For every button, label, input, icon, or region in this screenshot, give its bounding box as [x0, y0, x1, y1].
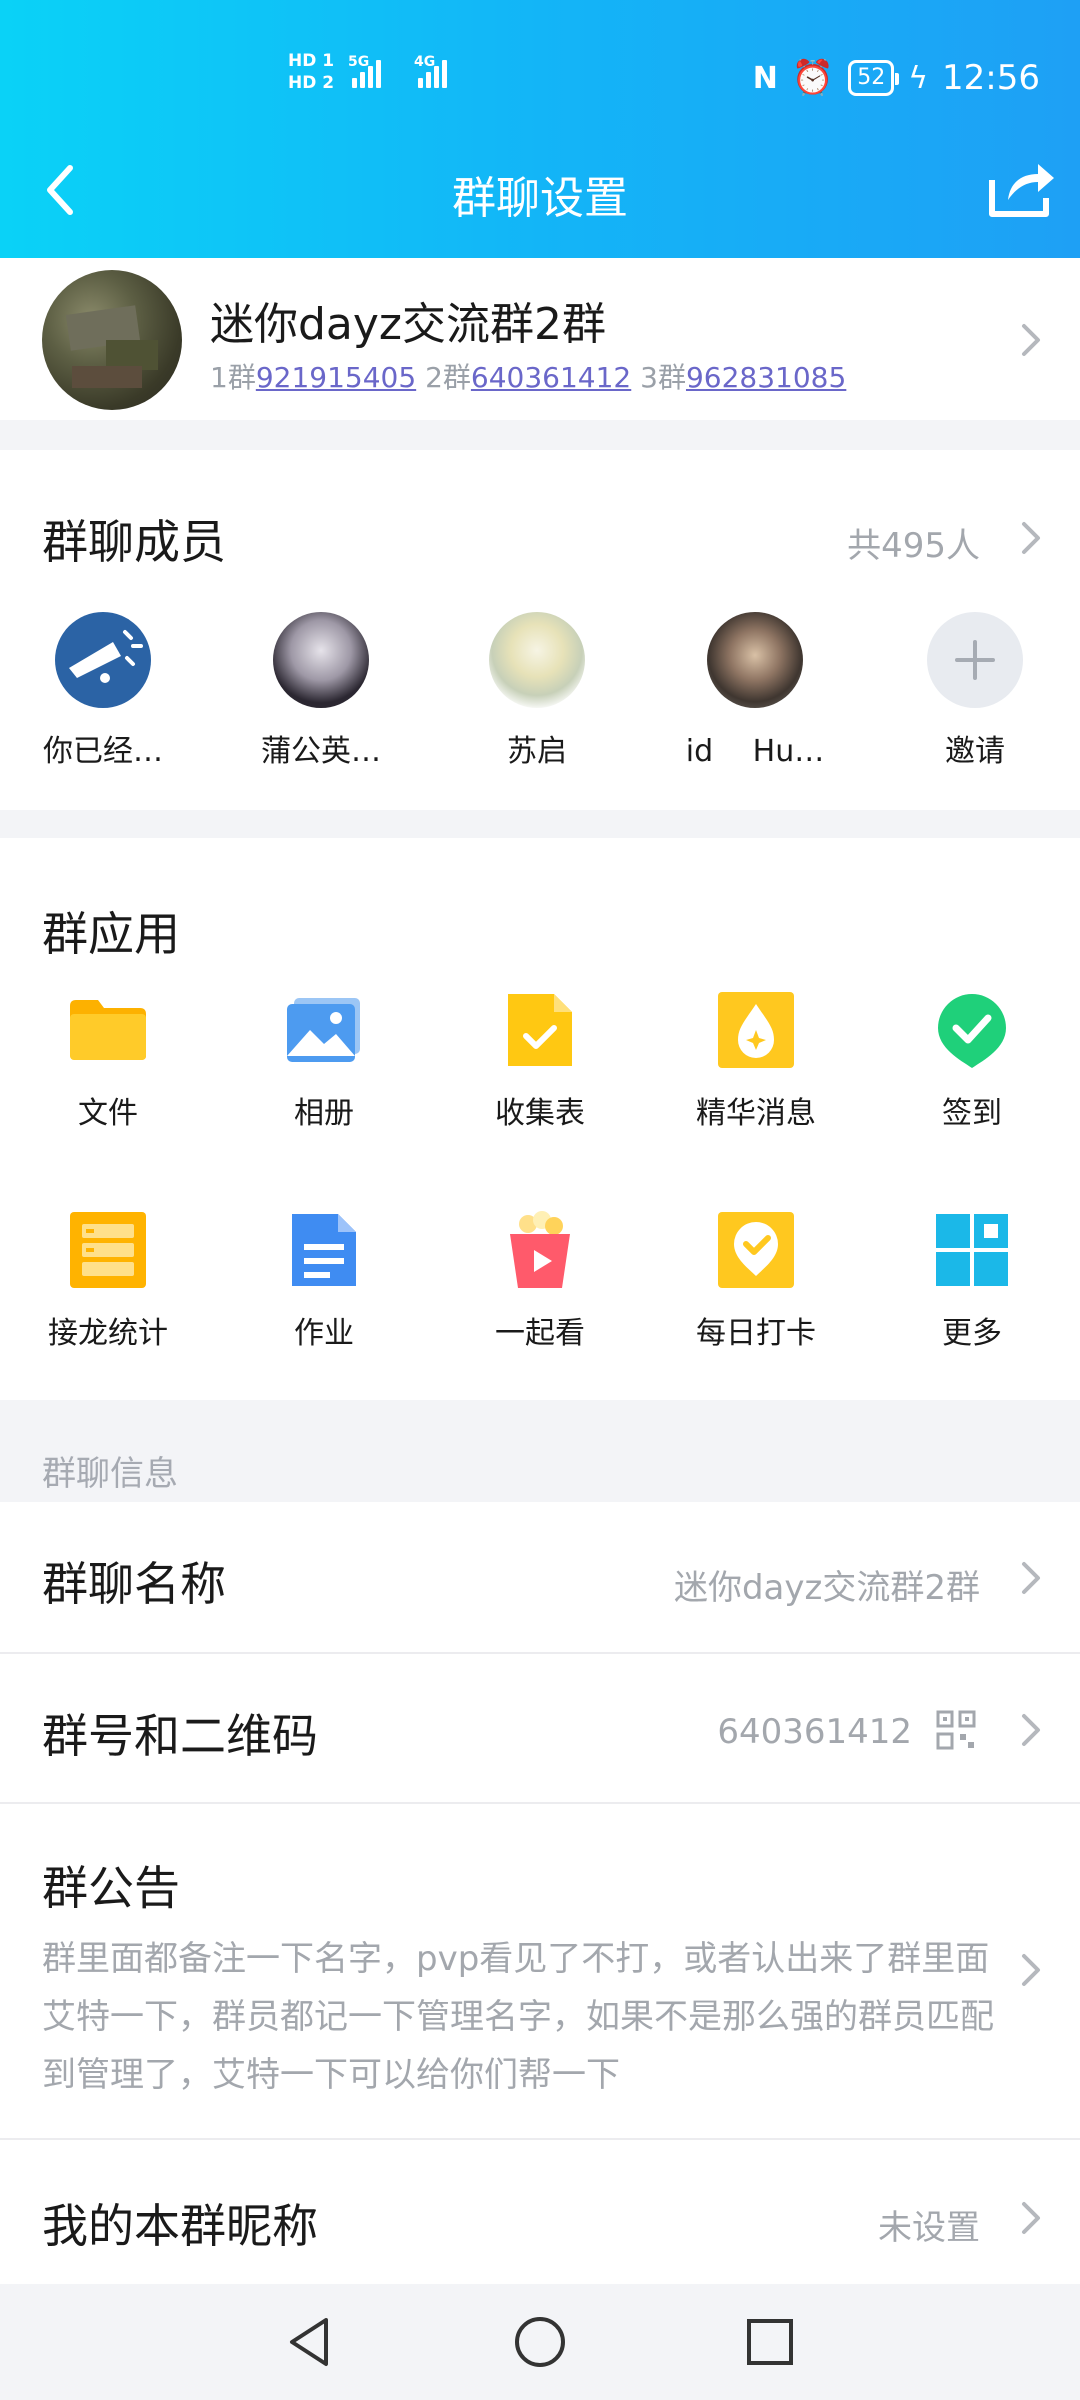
- member-name: 蒲公英…: [261, 734, 381, 769]
- divider: [0, 2138, 1080, 2140]
- group-number-link[interactable]: 962831085: [686, 361, 846, 394]
- form-icon: [500, 990, 580, 1070]
- app-essence[interactable]: 精华消息: [676, 990, 836, 1132]
- status-right: N ⏰ 52 ϟ 12:56: [753, 58, 1040, 98]
- essence-icon: [716, 990, 796, 1070]
- chevron-right-icon[interactable]: [1020, 520, 1042, 556]
- invite-label: 邀请: [945, 734, 1005, 769]
- alarm-icon: ⏰: [791, 58, 835, 98]
- app-checkin[interactable]: 签到: [892, 990, 1052, 1132]
- square-recents-icon: [747, 2319, 793, 2365]
- sim-indicator: HD 1 HD 2: [288, 50, 334, 94]
- member-count[interactable]: 共495人: [847, 518, 980, 567]
- app-label: 精华消息: [696, 1096, 816, 1131]
- chevron-right-icon: [1020, 322, 1042, 358]
- charging-icon: ϟ: [908, 60, 929, 96]
- announcement-label[interactable]: 群公告: [42, 1852, 180, 1918]
- app-label: 接龙统计: [48, 1316, 168, 1351]
- network-type-label: 5G: [348, 54, 370, 70]
- member-name: 你已经…: [43, 734, 163, 769]
- status-bar: HD 1 HD 2 5G 4G N ⏰ 52 ϟ 12:56: [0, 40, 1080, 120]
- circle-home-icon: [515, 2317, 565, 2367]
- member-item[interactable]: 苏启: [462, 612, 612, 770]
- member-item[interactable]: 你已经…: [28, 612, 178, 770]
- app-label: 签到: [942, 1096, 1002, 1131]
- nav-home-button[interactable]: [510, 2312, 570, 2372]
- divider: [0, 1652, 1080, 1654]
- system-nav-bar: [0, 2284, 1080, 2400]
- apps-title: 群应用: [42, 907, 180, 961]
- checkin-icon: [932, 990, 1012, 1070]
- folder-icon: [68, 990, 148, 1070]
- top-header: HD 1 HD 2 5G 4G N ⏰ 52 ϟ 12:56 群聊设置: [0, 0, 1080, 258]
- homework-icon: [284, 1210, 364, 1290]
- divider: [0, 1802, 1080, 1804]
- member-avatar: [489, 612, 585, 708]
- group-name-row-label[interactable]: 群聊名称: [42, 1548, 226, 1614]
- share-icon: [989, 164, 1054, 217]
- signal-icon-2: 4G: [414, 54, 447, 88]
- group-number-link[interactable]: 921915405: [256, 361, 416, 394]
- app-label: 更多: [942, 1316, 1002, 1351]
- qr-code-icon[interactable]: [936, 1710, 976, 1750]
- group-number-link[interactable]: 640361412: [471, 361, 631, 394]
- app-label: 文件: [78, 1096, 138, 1131]
- app-watch-together[interactable]: 一起看: [460, 1210, 620, 1352]
- network-type-label-2: 4G: [414, 54, 436, 70]
- member-name: id Hu…: [685, 734, 825, 769]
- app-file[interactable]: 文件: [28, 990, 188, 1132]
- member-item[interactable]: id Hu…: [680, 612, 830, 770]
- more-grid-icon: [932, 1210, 1012, 1290]
- chevron-right-icon: [1020, 1560, 1042, 1596]
- app-label: 相册: [294, 1096, 354, 1131]
- app-label: 每日打卡: [696, 1316, 816, 1351]
- app-more[interactable]: 更多: [892, 1210, 1052, 1352]
- my-nickname-label[interactable]: 我的本群昵称: [42, 2190, 318, 2256]
- signal-icon: 5G: [348, 54, 381, 88]
- app-label: 作业: [294, 1316, 354, 1351]
- group-avatar: [42, 270, 182, 410]
- group-number-row-label[interactable]: 群号和二维码: [42, 1700, 318, 1766]
- battery-icon: 52: [848, 60, 900, 96]
- nav-recents-button[interactable]: [740, 2312, 800, 2372]
- info-section-label: 群聊信息: [42, 1454, 178, 1494]
- app-daily-punch[interactable]: 每日打卡: [676, 1210, 836, 1352]
- app-album[interactable]: 相册: [244, 990, 404, 1132]
- app-homework[interactable]: 作业: [244, 1210, 404, 1352]
- member-name: 苏启: [507, 734, 567, 769]
- title-bar: 群聊设置: [0, 150, 1080, 230]
- watch-together-icon: [500, 1210, 580, 1290]
- app-form[interactable]: 收集表: [460, 990, 620, 1132]
- plus-icon: [927, 612, 1023, 708]
- invite-button[interactable]: 邀请: [900, 612, 1050, 770]
- app-label: 一起看: [495, 1316, 585, 1351]
- group-numbers: 1群921915405 2群640361412 3群962831085: [210, 361, 847, 394]
- share-button[interactable]: [984, 150, 1058, 224]
- member-avatar: [273, 612, 369, 708]
- app-relay[interactable]: 接龙统计: [28, 1210, 188, 1352]
- announcement-text: 群里面都备注一下名字，pvp看见了不打，或者认出来了群里面艾特一下，群员都记一下…: [42, 1939, 994, 2095]
- daily-punch-icon: [716, 1210, 796, 1290]
- page-title: 群聊设置: [452, 173, 628, 224]
- group-number-row-value: 640361412: [717, 1712, 912, 1752]
- members-title: 群聊成员: [42, 515, 226, 569]
- group-name: 迷你dayz交流群2群: [210, 299, 607, 350]
- relay-icon: [68, 1210, 148, 1290]
- chevron-right-icon: [1020, 1952, 1042, 1988]
- chevron-right-icon: [1020, 1712, 1042, 1748]
- member-avatar: [55, 612, 151, 708]
- chevron-right-icon: [1020, 2200, 1042, 2236]
- app-label: 收集表: [495, 1096, 585, 1131]
- sim1-label: HD 1: [288, 51, 335, 71]
- triangle-back-icon: [290, 2318, 328, 2366]
- clock: 12:56: [942, 58, 1040, 98]
- album-icon: [284, 990, 364, 1070]
- sim2-label: HD 2: [288, 73, 335, 93]
- my-nickname-value: 未设置: [878, 2208, 980, 2248]
- nfc-icon: N: [752, 60, 778, 96]
- nav-back-button[interactable]: [280, 2312, 340, 2372]
- member-avatar: [707, 612, 803, 708]
- group-name-row-value: 迷你dayz交流群2群: [673, 1568, 980, 1608]
- member-item[interactable]: 蒲公英…: [246, 612, 396, 770]
